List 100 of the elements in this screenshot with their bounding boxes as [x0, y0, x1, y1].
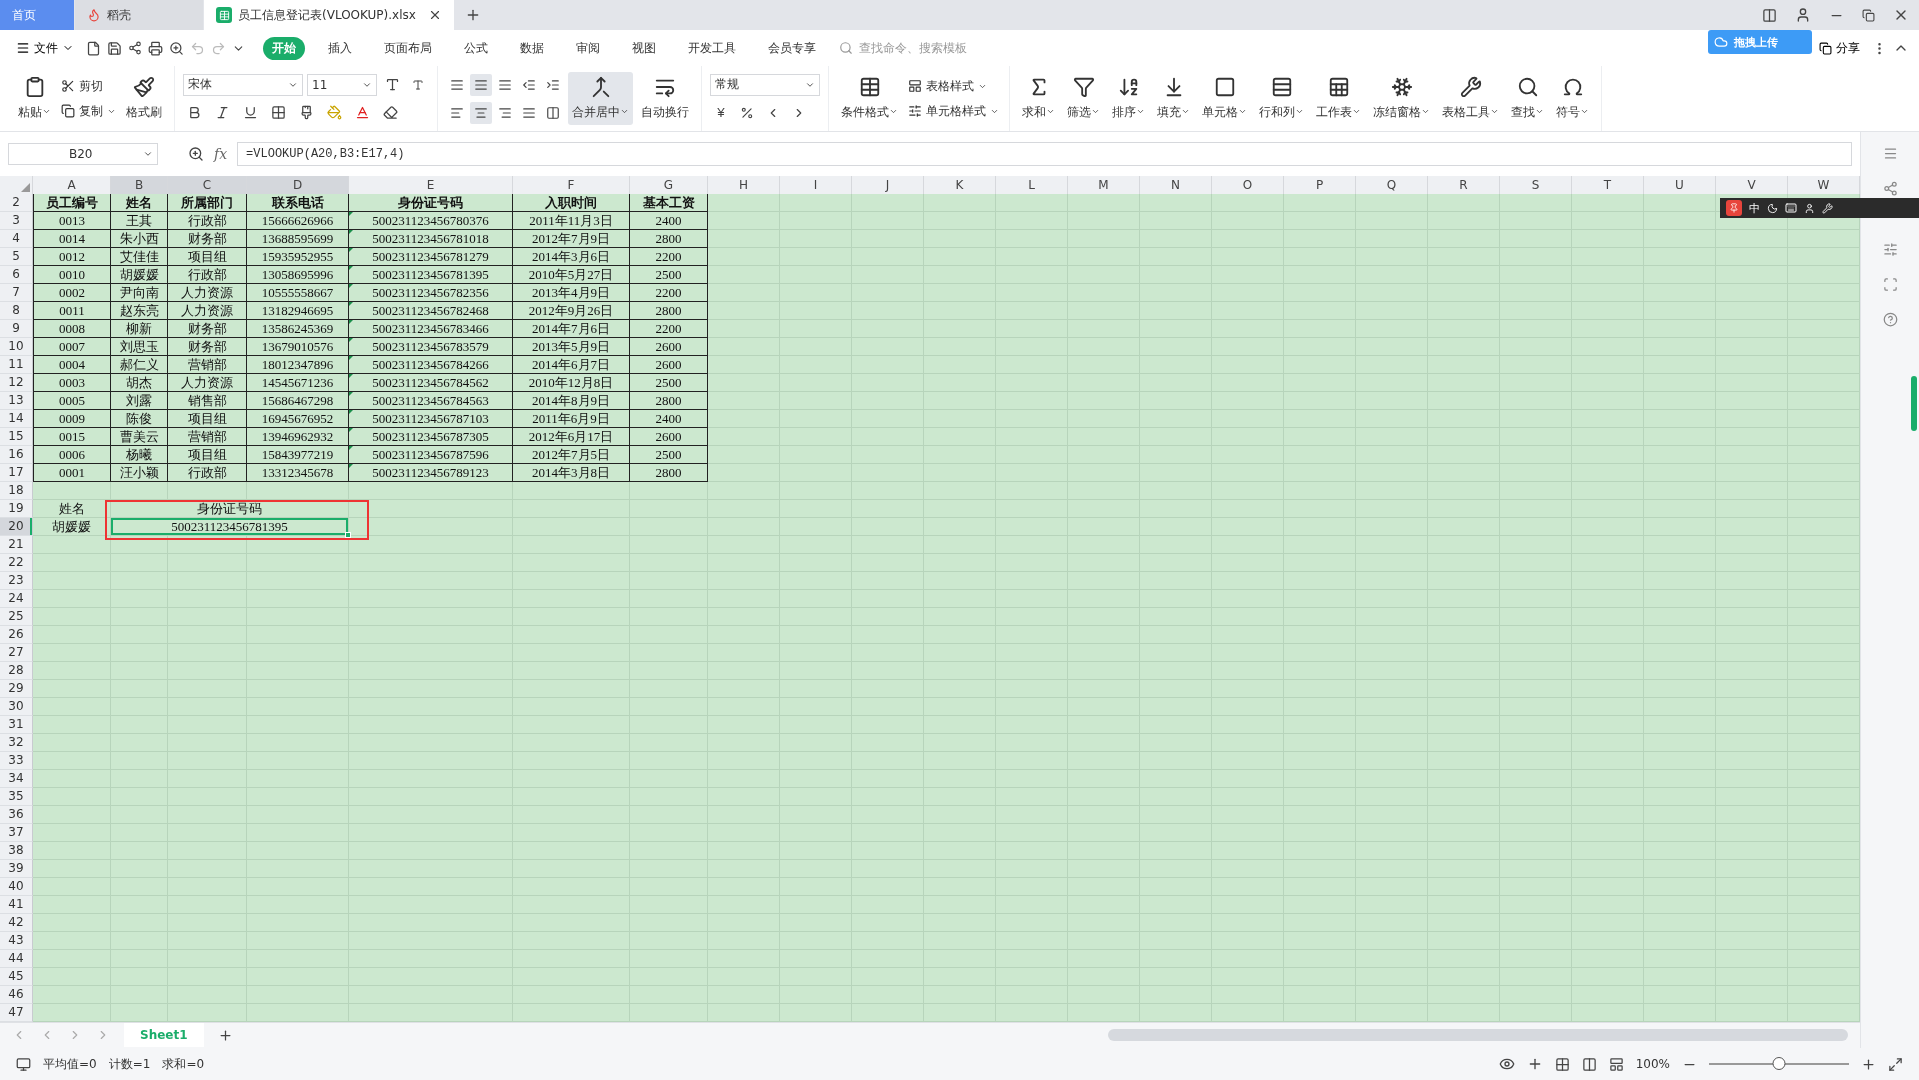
indent-icon [546, 77, 560, 92]
print-icon[interactable] [148, 40, 163, 56]
menu-tab[interactable]: 会员专享 [759, 36, 825, 60]
search-icon [1516, 76, 1539, 98]
align-button[interactable] [470, 73, 492, 96]
conditional-format-button[interactable]: 条件格式 [837, 72, 902, 125]
monitor-icon[interactable] [16, 1056, 31, 1072]
moon-icon [1767, 202, 1778, 214]
italic-icon [214, 105, 230, 120]
zoom-icon[interactable] [188, 145, 204, 162]
cell-style-button[interactable]: 单元格样式 [906, 101, 1001, 121]
menu-tab[interactable]: 插入 [319, 36, 361, 60]
ribbon-button[interactable]: 查找 [1507, 72, 1548, 125]
share-button[interactable]: 分享 [1813, 38, 1866, 58]
font-color-icon [354, 105, 370, 120]
status-text: 平均值=0 [43, 1055, 97, 1073]
search-field[interactable]: 查找命令、搜索模板 [839, 40, 997, 56]
search-icon [839, 41, 853, 55]
indent-icon [522, 77, 536, 92]
close-icon[interactable] [428, 8, 442, 22]
menu-tab[interactable]: 页面布局 [375, 36, 441, 60]
eye-icon[interactable] [1498, 1056, 1515, 1072]
formula-field[interactable]: =VLOOKUP(A20,B3:E17,4) [237, 141, 1852, 166]
format-painter-button[interactable]: 格式刷 [122, 72, 166, 125]
user-icon[interactable] [1795, 7, 1811, 23]
app-tab[interactable]: 员工信息登记表(VLOOKUP).xlsx [204, 0, 454, 30]
ribbon-button[interactable]: 工作表 [1312, 72, 1365, 125]
preview-icon[interactable] [169, 40, 184, 56]
align-icon [474, 77, 488, 92]
pin-icon [1726, 200, 1742, 216]
caret-icon [1136, 107, 1145, 116]
ime-toolbar[interactable]: 中 [1720, 198, 1919, 218]
status-text: 计数=1 [108, 1055, 151, 1073]
fullscreen-icon[interactable] [1888, 1056, 1903, 1072]
ribbon-button[interactable]: 行和列 [1255, 72, 1308, 125]
merge-center-button[interactable]: 合并居中 [568, 72, 633, 125]
caret-icon [42, 107, 51, 116]
currency-button[interactable]: ¥ [710, 101, 732, 124]
scroll-thumb[interactable] [1911, 376, 1917, 431]
menu-tab[interactable]: 开发工具 [679, 36, 745, 60]
font-size-select[interactable]: 11 [307, 73, 377, 96]
ribbon-button[interactable]: 筛选 [1063, 72, 1104, 125]
export-icon[interactable] [128, 41, 142, 55]
caret-icon [1295, 107, 1304, 116]
font-icon [412, 78, 424, 91]
eraser-icon [382, 105, 398, 120]
new-file-icon[interactable] [86, 40, 101, 56]
caret-icon [889, 107, 898, 116]
align-button[interactable] [470, 101, 492, 124]
grid-view-icon[interactable] [1554, 1056, 1570, 1072]
cut-button[interactable]: 剪切 [59, 76, 118, 96]
underline-icon [242, 105, 258, 120]
ribbon-button[interactable]: 填充 [1153, 72, 1194, 125]
name-box[interactable]: B20 [8, 142, 158, 165]
help-icon[interactable] [1882, 312, 1898, 327]
caret-icon [1490, 107, 1499, 116]
menu-tab[interactable]: 视图 [623, 36, 665, 60]
zoom-slider-thumb[interactable] [1772, 1057, 1786, 1070]
ribbon-button[interactable]: 表格工具 [1438, 72, 1503, 125]
app-tab[interactable]: 稻壳 [75, 0, 203, 30]
align-icon [498, 105, 512, 120]
ribbon-button[interactable]: 排序 [1108, 72, 1149, 125]
caret-icon [1238, 107, 1247, 116]
menu-tab[interactable]: 审阅 [567, 36, 609, 60]
horizontal-scrollbar[interactable] [1108, 1029, 1848, 1042]
snowflake-icon [1390, 76, 1413, 98]
sheet-icon [216, 7, 232, 23]
function-button[interactable]: fx [214, 145, 228, 162]
menu-tab[interactable]: 数据 [511, 36, 553, 60]
share-icon[interactable] [1882, 181, 1898, 196]
font-icon [384, 77, 400, 92]
panel-icon[interactable] [1882, 146, 1898, 161]
copy-button[interactable]: 复制 [59, 101, 118, 121]
window-icon[interactable] [1762, 7, 1777, 23]
zoom-level[interactable]: 100% [1635, 1057, 1670, 1071]
ribbon-button[interactable]: 符号 [1552, 72, 1593, 125]
user-icon [1804, 202, 1815, 214]
file-menu[interactable]: 文件 [10, 38, 80, 58]
ribbon-button[interactable]: 冻结窗格 [1369, 72, 1434, 125]
zoom-in-icon[interactable] [1861, 1056, 1876, 1072]
ribbon-button[interactable]: 单元格 [1198, 72, 1251, 125]
ribbon-button[interactable]: 求和 [1018, 72, 1059, 125]
restore-icon[interactable] [1862, 8, 1875, 22]
save-icon[interactable] [107, 40, 122, 56]
menu-tab[interactable]: 公式 [455, 36, 497, 60]
settings-icon[interactable] [1882, 242, 1898, 257]
align-icon [474, 105, 488, 120]
add-sheet-icon[interactable] [217, 1027, 233, 1043]
table-style-button[interactable]: 表格样式 [906, 76, 1001, 96]
paste-button[interactable]: 粘贴 [14, 72, 55, 125]
wrap-text-button[interactable]: 自动换行 [637, 72, 693, 125]
number-format-select[interactable]: 常规 [710, 73, 820, 96]
align-icon [450, 77, 464, 92]
page-view-icon[interactable] [1581, 1056, 1597, 1072]
percent-icon [740, 105, 754, 120]
scissors-icon [61, 79, 75, 93]
wrench-icon [1459, 76, 1482, 98]
break-view-icon[interactable] [1608, 1056, 1624, 1072]
justify-icon [522, 105, 536, 120]
font-select[interactable]: 宋体 [183, 73, 303, 96]
